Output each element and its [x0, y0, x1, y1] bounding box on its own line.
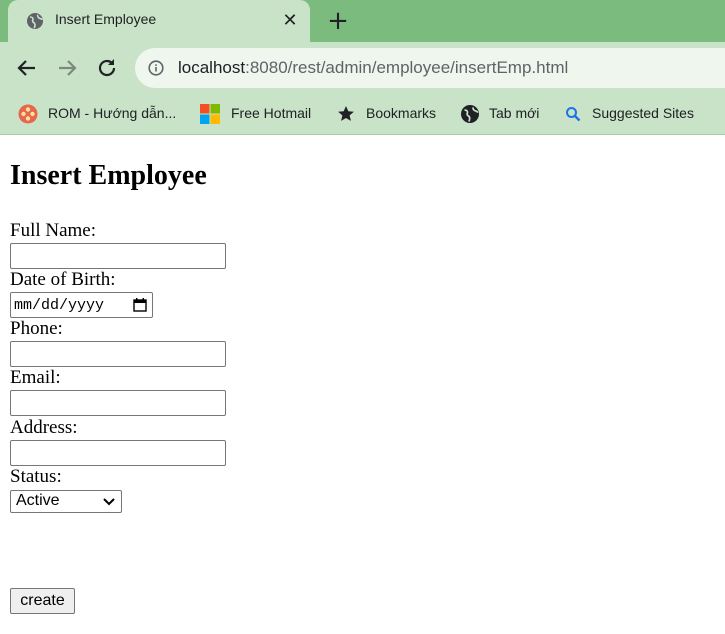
bookmark-label: ROM - Hướng dẫn... [48, 105, 177, 121]
forward-arrow-icon[interactable] [54, 55, 80, 81]
star-icon [338, 106, 354, 121]
bookmark-rom[interactable]: ROM - Hướng dẫn... [18, 94, 188, 134]
email-label: Email: [10, 367, 61, 388]
dob-label: Date of Birth: [10, 269, 116, 290]
tab-title: Insert Employee [55, 11, 157, 27]
back-arrow-icon[interactable] [14, 55, 40, 81]
bookmark-bookmarks[interactable]: Bookmarks [336, 94, 448, 134]
page-title: Insert Employee [10, 160, 207, 191]
phone-input[interactable] [10, 341, 226, 367]
search-icon [566, 107, 581, 122]
address-bar[interactable]: localhost:8080/rest/admin/employee/inser… [135, 48, 725, 88]
dob-input[interactable]: mm/dd/yyyy [10, 292, 153, 318]
url-host: localhost [178, 58, 246, 77]
bookmark-label: Tab mới [489, 105, 540, 121]
status-selected-value: Active [16, 492, 60, 509]
status-select[interactable]: Active [10, 490, 122, 513]
phone-label: Phone: [10, 318, 63, 339]
new-tab-button[interactable]: + [326, 8, 350, 34]
bookmark-label: Bookmarks [366, 105, 437, 121]
reload-icon[interactable] [94, 55, 120, 81]
address-input[interactable] [10, 440, 226, 466]
bookmarks-bar: ROM - Hướng dẫn... Free Hotmail Bookmark… [0, 94, 725, 135]
full-name-label: Full Name: [10, 220, 97, 241]
create-button[interactable]: create [10, 588, 75, 614]
chevron-down-icon [103, 498, 115, 506]
address-label: Address: [10, 417, 78, 438]
windows-icon [200, 104, 220, 124]
close-tab-icon[interactable]: ✕ [280, 11, 300, 31]
browser-toolbar: localhost:8080/rest/admin/employee/inser… [0, 42, 725, 94]
bookmark-label: Suggested Sites [592, 105, 694, 121]
email-input[interactable] [10, 390, 226, 416]
url-text[interactable]: localhost:8080/rest/admin/employee/inser… [178, 58, 568, 78]
bookmark-tab-moi[interactable]: Tab mới [460, 94, 550, 134]
bookmark-label: Free Hotmail [231, 105, 312, 121]
bookmark-free-hotmail[interactable]: Free Hotmail [200, 94, 325, 134]
tab-insert-employee[interactable]: Insert Employee ✕ [8, 0, 310, 42]
rom-icon [18, 104, 38, 124]
calendar-icon[interactable] [133, 298, 147, 312]
globe-icon [461, 105, 479, 123]
bookmark-suggested-sites[interactable]: Suggested Sites [563, 94, 713, 134]
url-path: :8080/rest/admin/employee/insertEmp.html [245, 58, 569, 77]
tab-strip: Insert Employee ✕ + [0, 0, 725, 42]
dob-placeholder: mm/dd/yyyy [14, 297, 105, 314]
info-icon[interactable] [148, 60, 164, 76]
status-label: Status: [10, 466, 62, 487]
globe-icon [27, 13, 43, 29]
full-name-input[interactable] [10, 243, 226, 269]
